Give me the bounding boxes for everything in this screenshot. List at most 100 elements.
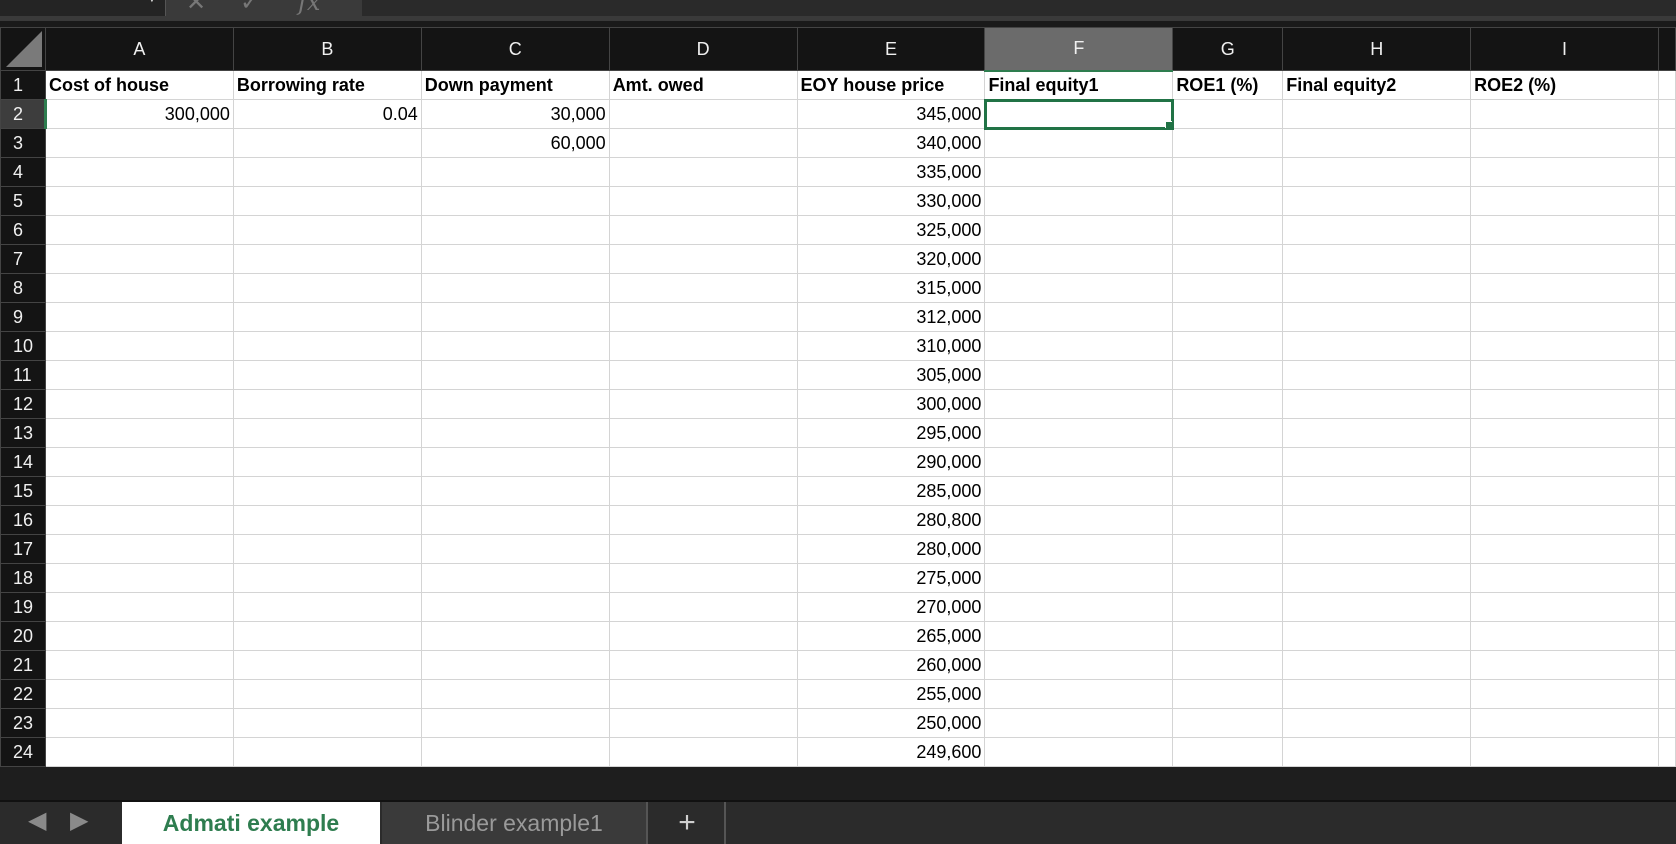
- row-header-19[interactable]: 19: [0, 592, 46, 622]
- fx-icon[interactable]: fx: [298, 0, 320, 16]
- cell-b24[interactable]: [232, 737, 422, 767]
- cell-overflow[interactable]: [1657, 534, 1676, 564]
- cell-a8[interactable]: [44, 273, 234, 303]
- cell-d6[interactable]: [608, 215, 798, 245]
- cell-c7[interactable]: [420, 244, 610, 274]
- cell-i22[interactable]: [1470, 679, 1659, 709]
- row-header-24[interactable]: 24: [0, 737, 46, 767]
- cell-a15[interactable]: [44, 476, 234, 506]
- cell-a17[interactable]: [44, 534, 234, 564]
- cell-b16[interactable]: [232, 505, 422, 535]
- cell-i5[interactable]: [1470, 186, 1659, 216]
- formula-input[interactable]: [362, 0, 1676, 16]
- cell-h17[interactable]: [1282, 534, 1472, 564]
- column-header-h[interactable]: H: [1282, 27, 1472, 71]
- cell-c10[interactable]: [420, 331, 610, 361]
- cell-e11[interactable]: 305,000: [796, 360, 986, 390]
- cell-c4[interactable]: [420, 157, 610, 187]
- cell-i14[interactable]: [1470, 447, 1659, 477]
- cell-d2[interactable]: [608, 99, 798, 129]
- cell-c9[interactable]: [420, 302, 610, 332]
- cell-a24[interactable]: [44, 737, 234, 767]
- next-sheet-icon[interactable]: ▶: [70, 806, 88, 835]
- cell-i15[interactable]: [1470, 476, 1659, 506]
- column-header-e[interactable]: E: [796, 27, 986, 71]
- cell-c15[interactable]: [420, 476, 610, 506]
- cell-i6[interactable]: [1470, 215, 1659, 245]
- cell-d12[interactable]: [608, 389, 798, 419]
- row-header-1[interactable]: 1: [0, 70, 46, 100]
- cell-g24[interactable]: [1172, 737, 1284, 767]
- cell-i16[interactable]: [1470, 505, 1659, 535]
- cell-overflow[interactable]: [1657, 157, 1676, 187]
- cell-h5[interactable]: [1282, 186, 1472, 216]
- cell-b18[interactable]: [232, 563, 422, 593]
- cell-c8[interactable]: [420, 273, 610, 303]
- cell-overflow[interactable]: [1657, 215, 1676, 245]
- cell-f21[interactable]: [984, 650, 1174, 680]
- sheet-tab-admati-example[interactable]: Admati example: [122, 802, 380, 844]
- cell-e13[interactable]: 295,000: [796, 418, 986, 448]
- cell-g15[interactable]: [1172, 476, 1284, 506]
- cell-g12[interactable]: [1172, 389, 1284, 419]
- cell-overflow[interactable]: [1657, 708, 1676, 738]
- cell-g13[interactable]: [1172, 418, 1284, 448]
- cell-overflow[interactable]: [1657, 186, 1676, 216]
- cell-b11[interactable]: [232, 360, 422, 390]
- select-all-corner[interactable]: [0, 27, 46, 71]
- cell-b8[interactable]: [232, 273, 422, 303]
- cell-a20[interactable]: [44, 621, 234, 651]
- column-header-f[interactable]: F: [984, 27, 1174, 72]
- add-sheet-button[interactable]: +: [650, 802, 726, 844]
- cell-g4[interactable]: [1172, 157, 1284, 187]
- cell-overflow[interactable]: [1657, 592, 1676, 622]
- cell-i19[interactable]: [1470, 592, 1659, 622]
- cell-h8[interactable]: [1282, 273, 1472, 303]
- cell-b17[interactable]: [232, 534, 422, 564]
- row-header-14[interactable]: 14: [0, 447, 46, 477]
- cell-i7[interactable]: [1470, 244, 1659, 274]
- cell-i17[interactable]: [1470, 534, 1659, 564]
- cancel-icon[interactable]: ✕: [186, 0, 206, 17]
- cell-overflow[interactable]: [1657, 70, 1676, 100]
- column-header-c[interactable]: C: [420, 27, 610, 71]
- cell-d15[interactable]: [608, 476, 798, 506]
- column-header-d[interactable]: D: [608, 27, 798, 71]
- cell-overflow[interactable]: [1657, 621, 1676, 651]
- row-header-18[interactable]: 18: [0, 563, 46, 593]
- cell-b23[interactable]: [232, 708, 422, 738]
- cell-f16[interactable]: [984, 505, 1174, 535]
- cell-f15[interactable]: [984, 476, 1174, 506]
- cell-d23[interactable]: [608, 708, 798, 738]
- cell-f6[interactable]: [984, 215, 1174, 245]
- column-header-g[interactable]: G: [1172, 27, 1284, 71]
- cell-a14[interactable]: [44, 447, 234, 477]
- cell-g20[interactable]: [1172, 621, 1284, 651]
- cell-d3[interactable]: [608, 128, 798, 158]
- cell-f7[interactable]: [984, 244, 1174, 274]
- cell-e12[interactable]: 300,000: [796, 389, 986, 419]
- cell-c18[interactable]: [420, 563, 610, 593]
- sheet-tab-blinder-example1[interactable]: Blinder example1: [382, 802, 648, 844]
- cell-h21[interactable]: [1282, 650, 1472, 680]
- cell-h9[interactable]: [1282, 302, 1472, 332]
- cell-b9[interactable]: [232, 302, 422, 332]
- cell-f12[interactable]: [984, 389, 1174, 419]
- cell-a1[interactable]: Cost of house: [44, 70, 234, 100]
- cell-a4[interactable]: [44, 157, 234, 187]
- cell-a11[interactable]: [44, 360, 234, 390]
- row-header-10[interactable]: 10: [0, 331, 46, 361]
- cell-overflow[interactable]: [1657, 128, 1676, 158]
- cell-a5[interactable]: [44, 186, 234, 216]
- fill-handle[interactable]: [1165, 121, 1172, 128]
- cell-h18[interactable]: [1282, 563, 1472, 593]
- cell-d5[interactable]: [608, 186, 798, 216]
- cell-c24[interactable]: [420, 737, 610, 767]
- cell-b14[interactable]: [232, 447, 422, 477]
- cell-i13[interactable]: [1470, 418, 1659, 448]
- cell-overflow[interactable]: [1657, 244, 1676, 274]
- cell-h12[interactable]: [1282, 389, 1472, 419]
- row-header-16[interactable]: 16: [0, 505, 46, 535]
- cell-c12[interactable]: [420, 389, 610, 419]
- row-header-15[interactable]: 15: [0, 476, 46, 506]
